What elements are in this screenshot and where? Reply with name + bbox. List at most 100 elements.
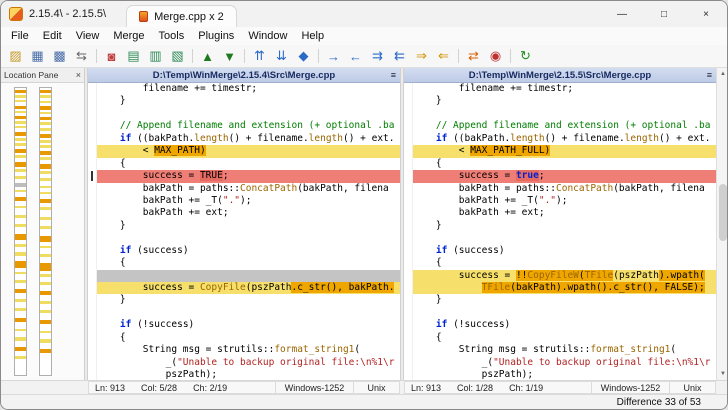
code-line: if ((bakPath.length() + filename.length(… [404,133,716,145]
right-file-path: D:\Temp\WinMerge\2.15.5\Src\Merge.cpp [469,70,651,81]
gutter [88,319,97,331]
gutter [88,95,97,107]
scrollbar-thumb[interactable] [719,184,727,242]
code-line [404,232,716,244]
tab-merge-cpp[interactable]: Merge.cpp x 2 [126,5,237,27]
menu-file[interactable]: File [4,30,36,42]
code-line: bakPath = paths::ConcatPath(bakPath, fil… [88,183,400,195]
location-diff-marker [15,190,26,193]
right-pane-menu-icon[interactable]: ≡ [707,70,712,80]
view-diff-icon[interactable]: ▥ [145,46,166,66]
left-pane-menu-icon[interactable]: ≡ [391,70,396,80]
location-diff-marker [40,112,51,115]
current-diff-icon[interactable]: ◆ [293,46,314,66]
left-status-line: Ln: 913 [95,383,125,393]
pane-status-row: Ln: 913 Col: 5/28 Ch: 2/19 Windows-1252 … [1,380,727,394]
menu-edit[interactable]: Edit [36,30,69,42]
right-pane-header[interactable]: D:\Temp\WinMerge\2.15.5\Src\Merge.cpp ≡ [404,68,716,83]
gutter [404,357,413,369]
copy-right-advance-icon[interactable]: ⇉ [367,46,388,66]
menu-window[interactable]: Window [241,30,294,42]
options-icon[interactable]: ◙ [101,46,122,66]
left-status-encoding[interactable]: Windows-1252 [276,381,354,394]
view-context-icon[interactable]: ▧ [167,46,188,66]
gutter [404,195,413,207]
copy-all-left-icon[interactable]: ⇐ [433,46,454,66]
scrollbar-track[interactable] [717,80,728,368]
auto-merge-icon[interactable]: ⇄ [463,46,484,66]
difference-counter: Difference 33 of 53 [617,397,701,408]
copy-left-advance-icon[interactable]: ⇇ [389,46,410,66]
location-diff-marker [40,117,51,120]
location-diff-marker [40,157,51,160]
copy-all-right-icon[interactable]: ⇒ [411,46,432,66]
copy-right-icon[interactable]: → [323,46,344,66]
close-button[interactable]: × [685,1,727,27]
scroll-down-icon[interactable]: ▼ [717,368,728,380]
next-diff-icon[interactable]: ▼ [219,46,240,66]
refresh-icon[interactable]: ↻ [515,46,536,66]
menu-view[interactable]: View [69,30,107,42]
location-diff-marker [15,252,26,255]
vertical-scrollbar[interactable]: ▲ ▼ [716,68,728,380]
scroll-up-icon[interactable]: ▲ [717,68,728,80]
location-diff-marker [15,121,26,124]
code-line: success = TRUE; [88,170,400,182]
menu-merge[interactable]: Merge [106,30,151,42]
location-diff-marker [15,138,26,141]
left-code-editor[interactable]: filename += timestr; } // Append filenam… [88,83,400,380]
location-diff-marker [40,151,51,154]
save-all-icon[interactable]: ▩ [49,46,70,66]
code-line: filename += timestr; [88,83,400,95]
location-diff-marker [40,301,51,304]
left-status-eol[interactable]: Unix [354,381,400,394]
menu-help[interactable]: Help [294,30,331,42]
open-icon[interactable]: ▨ [5,46,26,66]
location-diff-marker [40,178,51,181]
toolbar-separator [192,49,193,63]
menu-bar: FileEditViewMergeToolsPluginsWindowHelp [1,27,727,45]
gutter [88,245,97,257]
code-line: { [88,158,400,170]
gutter [88,108,97,120]
gutter [404,319,413,331]
location-diff-marker [15,149,26,152]
file-filters-icon[interactable]: ▤ [123,46,144,66]
location-bar-right[interactable] [39,87,52,376]
left-file-path: D:\Temp\WinMerge\2.15.4\Src\Merge.cpp [153,70,335,81]
code-line: // Append filename and extension (+ opti… [404,120,716,132]
menu-tools[interactable]: Tools [152,30,192,42]
code-line: { [404,257,716,269]
plugins-icon[interactable]: ◉ [485,46,506,66]
last-diff-icon[interactable]: ⇊ [271,46,292,66]
swap-panes-icon[interactable]: ⇆ [71,46,92,66]
code-line: } [88,95,400,107]
copy-left-icon[interactable]: ← [345,46,366,66]
location-bar-left[interactable] [14,87,27,376]
main-area: Location Pane × D:\Temp\WinMerge\2.15.4\… [1,68,727,380]
gutter [404,270,413,282]
gutter [404,145,413,157]
location-pane-close-icon[interactable]: × [76,70,81,80]
save-icon[interactable]: ▦ [27,46,48,66]
location-diff-marker [15,347,26,351]
gutter [88,270,97,282]
right-status-position: Ln: 913 Col: 1/28 Ch: 1/19 [404,381,592,394]
first-diff-icon[interactable]: ⇈ [249,46,270,66]
location-diff-marker [15,111,26,114]
right-status-encoding[interactable]: Windows-1252 [592,381,670,394]
code-line: { [404,158,716,170]
prev-diff-icon[interactable]: ▲ [197,46,218,66]
minimize-button[interactable]: — [601,1,643,27]
left-pane-header[interactable]: D:\Temp\WinMerge\2.15.4\Src\Merge.cpp ≡ [88,68,400,83]
maximize-button[interactable]: □ [643,1,685,27]
code-line: } [404,294,716,306]
code-line: } [88,294,400,306]
location-diff-marker [15,289,26,293]
merge-doc-icon [139,11,148,22]
gutter [88,282,97,294]
code-line: success = CopyFile(pszPath.c_str(), bakP… [88,282,400,294]
right-code-editor[interactable]: filename += timestr; } // Append filenam… [404,83,716,380]
menu-plugins[interactable]: Plugins [191,30,241,42]
right-status-eol[interactable]: Unix [670,381,716,394]
